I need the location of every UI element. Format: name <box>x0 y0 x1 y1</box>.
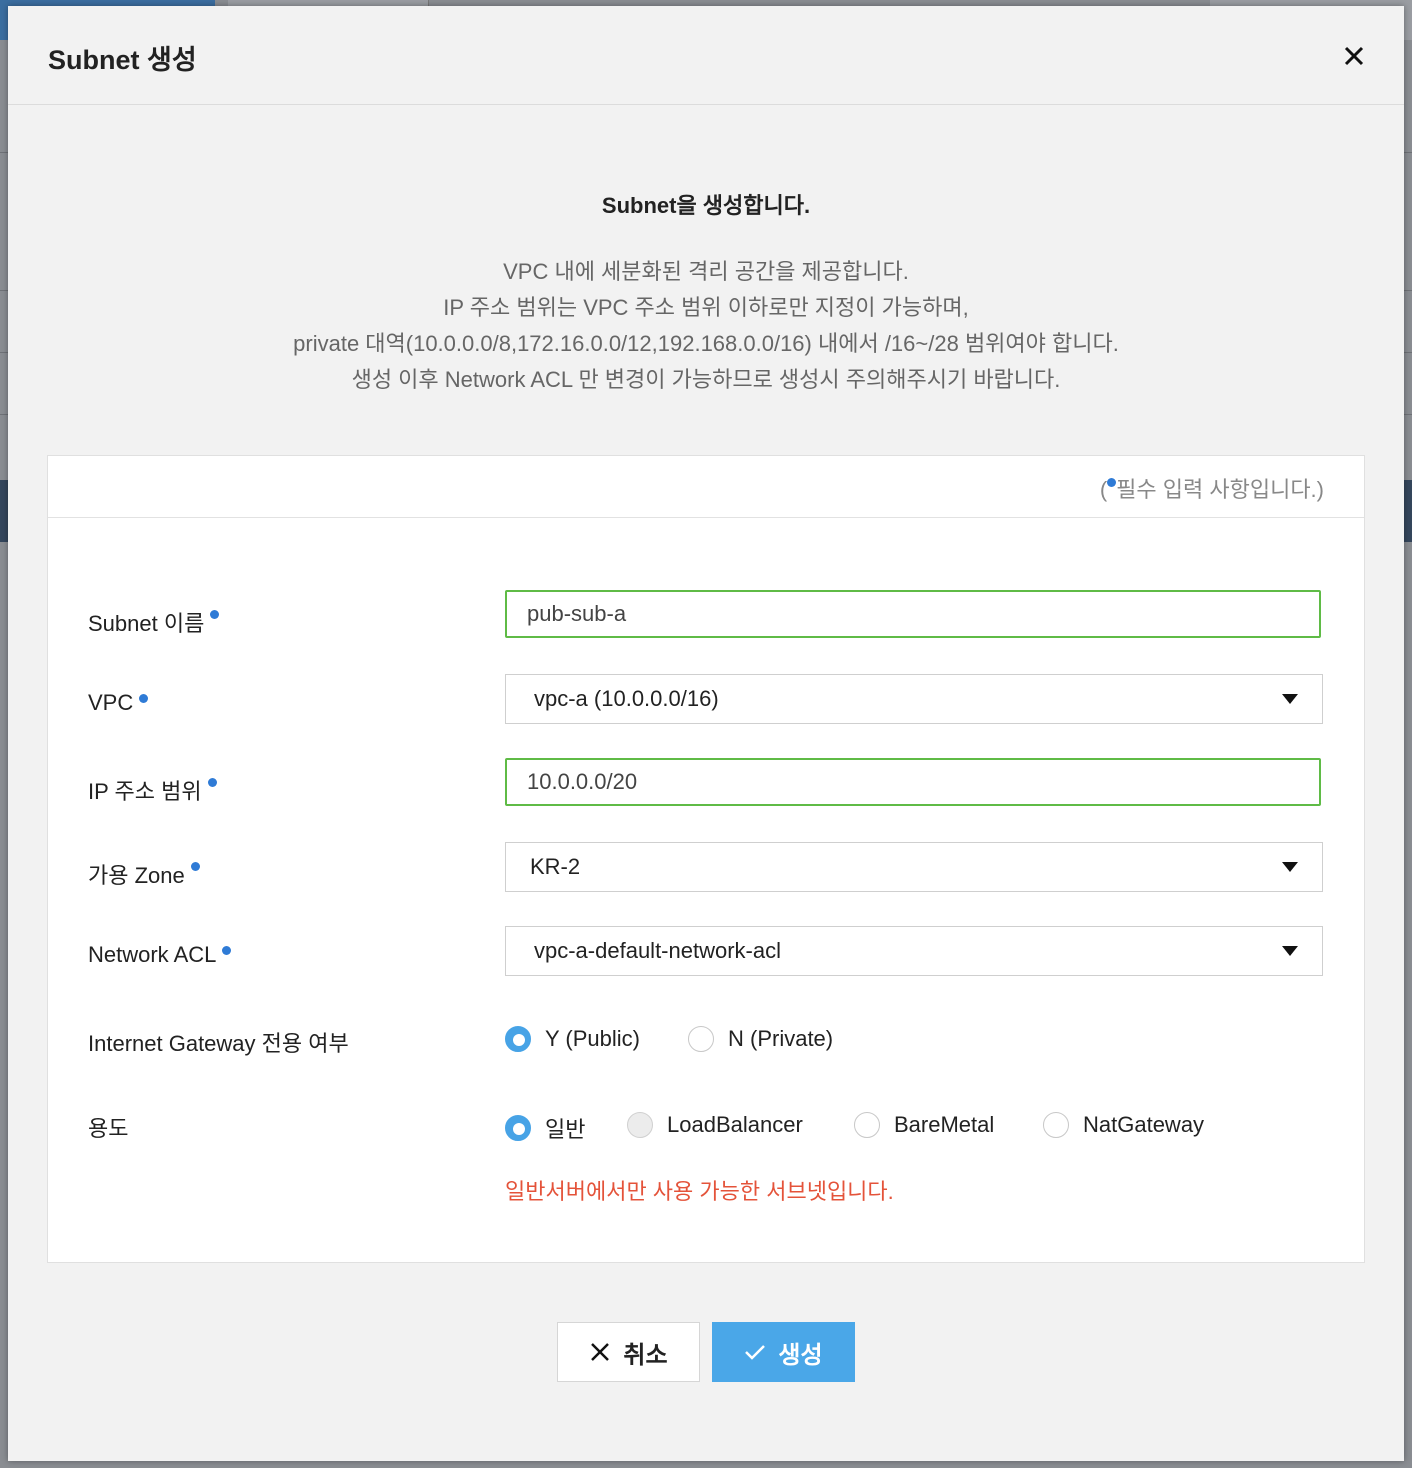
modal-header: Subnet 생성 <box>8 6 1404 105</box>
radio-unchecked-icon <box>1043 1112 1069 1138</box>
required-dot-icon <box>190 862 200 871</box>
igw-label: Internet Gateway 전용 여부 <box>88 1031 349 1056</box>
igw-radio-public-label: Y (Public) <box>545 1026 640 1051</box>
subnet-name-label-text: Subnet 이름 <box>88 611 205 636</box>
usage-radio-general[interactable]: 일반 <box>505 1112 585 1144</box>
zone-select[interactable]: KR-2 <box>505 842 1323 892</box>
required-dot-icon <box>1107 478 1117 487</box>
network-acl-select[interactable]: vpc-a-default-network-acl <box>505 926 1323 976</box>
usage-label: 용도 <box>88 1116 129 1141</box>
vpc-label-text: VPC <box>88 690 134 715</box>
intro-title: Subnet을 생성합니다. <box>601 193 811 218</box>
vpc-select[interactable]: vpc-a (10.0.0.0/16) <box>505 674 1323 724</box>
intro-line: IP 주소 범위는 VPC 주소 범위 이하로만 지정이 가능하며, <box>443 295 969 320</box>
radio-checked-icon <box>505 1026 531 1052</box>
usage-radio-baremetal[interactable]: BareMetal <box>854 1112 994 1138</box>
check-icon <box>745 1345 766 1360</box>
vpc-label: VPC <box>88 690 149 716</box>
subnet-name-input[interactable]: pub-sub-a <box>505 590 1321 638</box>
intro-line: private 대역(10.0.0.0/8,172.16.0.0/12,192.… <box>293 331 1119 356</box>
required-dot-icon <box>207 778 217 787</box>
form-card-header: ( 필수 입력 사항입니다.) <box>48 456 1364 518</box>
required-note-text: 필수 입력 사항입니다.) <box>1116 477 1324 502</box>
subnet-form: ( 필수 입력 사항입니다.) Subnet 이름 pub-sub-a VPC v… <box>47 455 1365 1263</box>
ip-range-input[interactable]: 10.0.0.0/20 <box>505 758 1321 806</box>
radio-unchecked-icon <box>854 1112 880 1138</box>
required-dot-icon <box>139 694 149 703</box>
close-icon <box>591 1343 610 1361</box>
create-button-label: 생성 <box>778 1341 823 1369</box>
required-note: ( 필수 입력 사항입니다.) <box>1100 472 1324 504</box>
igw-radio-private-label: N (Private) <box>728 1026 834 1051</box>
radio-disabled-icon <box>627 1112 653 1138</box>
igw-radio-private[interactable]: N (Private) <box>688 1026 833 1052</box>
required-note-open: ( <box>1099 477 1108 502</box>
radio-checked-icon <box>505 1115 531 1141</box>
close-icon[interactable] <box>1336 38 1372 74</box>
usage-radio-baremetal-label: BareMetal <box>894 1112 995 1137</box>
usage-radio-natgateway[interactable]: NatGateway <box>1043 1112 1204 1138</box>
usage-hint: 일반서버에서만 사용 가능한 서브넷입니다. <box>505 1179 894 1204</box>
igw-radio-public[interactable]: Y (Public) <box>505 1026 640 1052</box>
usage-radio-natgateway-label: NatGateway <box>1083 1112 1205 1137</box>
dropdown-arrow-icon <box>1282 946 1298 956</box>
radio-unchecked-icon <box>688 1026 714 1052</box>
intro-line: VPC 내에 세분화된 격리 공간을 제공합니다. <box>503 259 909 284</box>
dropdown-arrow-icon <box>1282 862 1298 872</box>
intro-description: VPC 내에 세분화된 격리 공간을 제공합니다. IP 주소 범위는 VPC … <box>8 254 1404 398</box>
subnet-name-label: Subnet 이름 <box>88 606 220 638</box>
usage-radio-loadbalancer-label: LoadBalancer <box>667 1112 803 1137</box>
subnet-create-modal: Subnet 생성 Subnet을 생성합니다. VPC 내에 세분화된 격리 … <box>8 6 1404 1461</box>
network-acl-select-value: vpc-a-default-network-acl <box>534 938 781 963</box>
intro-line: 생성 이후 Network ACL 만 변경이 가능하므로 생성시 주의해주시기… <box>351 367 1061 392</box>
create-button[interactable]: 생성 <box>712 1322 855 1382</box>
zone-select-value: KR-2 <box>530 854 581 879</box>
network-acl-label-text: Network ACL <box>88 942 217 967</box>
cancel-button[interactable]: 취소 <box>557 1322 700 1382</box>
required-dot-icon <box>210 610 220 619</box>
modal-title: Subnet 생성 <box>48 45 197 75</box>
cancel-button-label: 취소 <box>623 1341 668 1369</box>
ip-range-label-text: IP 주소 범위 <box>88 779 202 804</box>
ip-range-label: IP 주소 범위 <box>88 774 217 806</box>
vpc-select-value: vpc-a (10.0.0.0/16) <box>534 686 719 711</box>
dropdown-arrow-icon <box>1282 694 1298 704</box>
required-dot-icon <box>222 946 232 955</box>
usage-radio-loadbalancer[interactable]: LoadBalancer <box>627 1112 803 1138</box>
usage-radio-general-label: 일반 <box>545 1117 586 1142</box>
zone-label: 가용 Zone <box>88 858 200 890</box>
zone-label-text: 가용 Zone <box>88 863 185 888</box>
network-acl-label: Network ACL <box>88 942 232 968</box>
